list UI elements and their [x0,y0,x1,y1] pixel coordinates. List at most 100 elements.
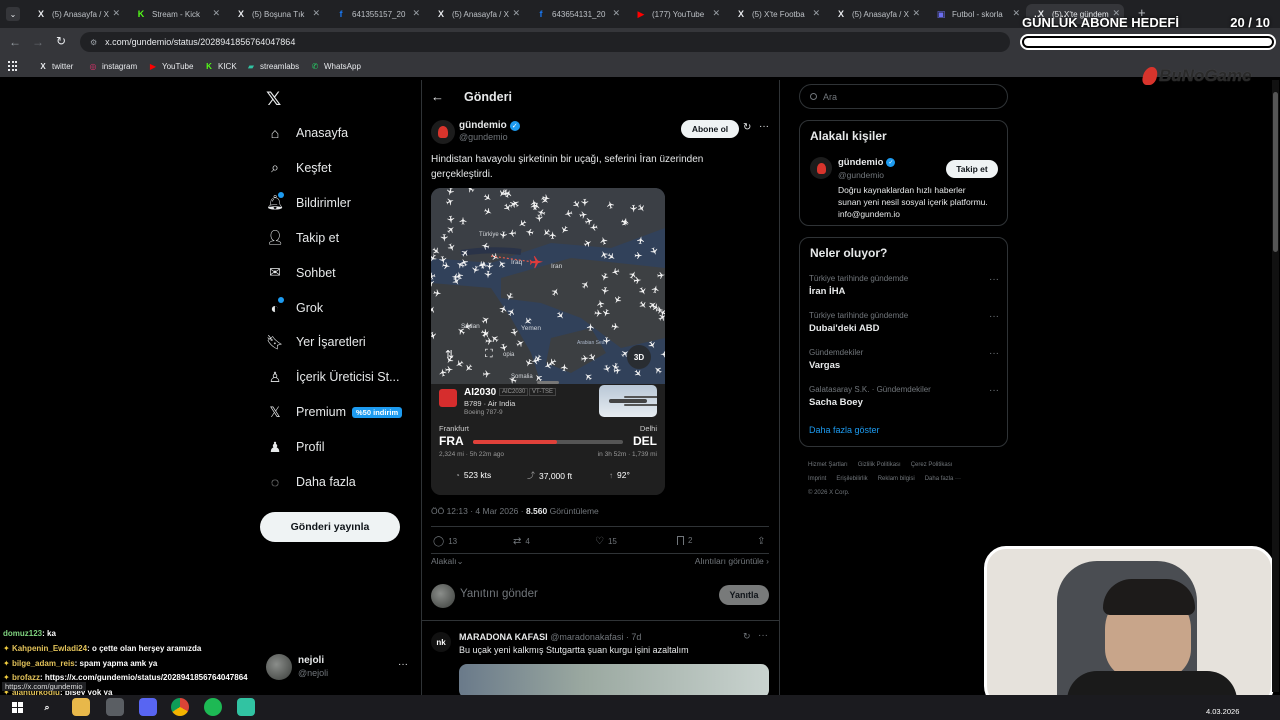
x-logo-icon[interactable]: 𝕏 [266,88,281,111]
plane-icon[interactable] [653,365,663,375]
nav-item-8[interactable]: 𝕏 Premium %50 indirim [266,403,403,421]
reply-media-thumbnail[interactable] [459,664,769,698]
related-handle[interactable]: @gundemio [838,170,884,180]
app-icon[interactable] [106,698,124,716]
bookmark-twitter[interactable]: Xtwitter [38,61,73,71]
nav-item-5[interactable]: ◐ Grok [266,296,323,317]
footer-link[interactable]: Hizmet Şartları [808,462,848,468]
footer-link[interactable]: Çerez Politikası [911,462,953,468]
browser-tab[interactable]: X (5) X'te Footba ✕ [726,4,824,24]
bookmark-streamlabs[interactable]: ▰ streamlabs [246,61,299,71]
plane-icon[interactable] [486,262,494,271]
trend-item[interactable]: Galatasaray S.K. · Gündemdekiler Sacha Bo… [809,385,999,408]
plane-icon[interactable] [484,270,492,279]
reply-input[interactable]: Yanıtını gönder [460,588,538,600]
trend-item[interactable]: Gündemdekiler Vargas ··· [809,348,999,371]
back-arrow-icon[interactable]: ← [431,89,444,104]
footer-link[interactable]: Daha fazla ··· [925,476,961,482]
plane-icon[interactable] [606,252,616,262]
url-text[interactable]: x.com/gundemio/status/202894185676404786… [105,37,295,47]
post-more-icon[interactable]: ··· [759,121,769,132]
reply-author-avatar[interactable]: nk [431,632,451,652]
bookmark-whatsapp[interactable]: ✆ WhatsApp [310,61,361,71]
map-fullscreen-icon[interactable]: ⛶ [485,348,493,361]
post-button[interactable]: Gönderi yayınla [260,512,400,542]
back-icon[interactable]: ← [9,35,21,49]
close-tab-icon[interactable]: ✕ [412,8,420,19]
taskbar-search-icon[interactable]: ⌕ [38,698,56,716]
nav-item-4[interactable]: ✉ Sohbet [266,264,336,282]
browser-tab[interactable]: K Stream - Kick ✕ [126,4,224,24]
reply-handle[interactable]: @maradonakafasi · 7d [550,632,641,642]
browser-tab[interactable]: f 643654131_20 ✕ [526,4,624,24]
search-box[interactable]: Ara [799,84,1008,109]
plane-icon[interactable] [471,265,480,274]
forward-icon[interactable]: → [32,35,44,49]
discord-icon[interactable] [139,698,157,716]
reload-icon[interactable]: ↻ [56,34,66,48]
site-info-icon[interactable]: ⚙ [90,38,97,47]
related-avatar[interactable] [810,157,832,179]
tab-search-button[interactable]: ⌄ [6,7,20,21]
map-3d-button[interactable]: 3D [627,345,651,369]
reply-more-icon[interactable]: ··· [758,630,768,641]
nav-item-0[interactable]: ⌂ Anasayfa [266,124,348,142]
follow-button[interactable]: Takip et [946,160,998,178]
tracked-plane-icon[interactable] [529,256,544,269]
plane-icon[interactable] [556,310,566,320]
nav-item-1[interactable]: ⌕ Keşfet [266,159,331,177]
related-name-row[interactable]: gündemio ✓ [838,157,896,168]
bookmark-youtube[interactable]: ▶ YouTube [148,61,194,71]
close-tab-icon[interactable]: ✕ [212,8,220,19]
chrome-icon[interactable] [171,698,189,716]
reply-grok-icon[interactable]: ↻ [743,631,751,642]
close-tab-icon[interactable]: ✕ [812,8,820,19]
close-tab-icon[interactable]: ✕ [112,8,120,19]
nav-item-6[interactable]: 🔖︎ Yer İşaretleri [266,333,366,351]
author-name-row[interactable]: gündemio ✓ [459,120,520,131]
footer-link[interactable]: Erişilebilirlik [836,476,867,482]
subscribe-button[interactable]: Abone ol [681,120,739,138]
bookmark-action[interactable]: 2 [677,536,692,545]
trend-more-icon[interactable]: ··· [989,385,999,396]
plane-icon[interactable] [634,252,643,260]
sort-relevant[interactable]: Alakalı⌄ [431,556,464,567]
close-tab-icon[interactable]: ✕ [312,8,320,19]
trend-item[interactable]: Türkiye tarihinde gündemde İran İHA ··· [809,274,999,297]
plane-icon[interactable] [660,350,665,358]
post-timestamp[interactable]: ÖÖ 12:13 · 4 Mar 2026 · [431,506,526,516]
page-scrollbar[interactable] [1272,80,1279,692]
footer-link[interactable]: Gizlilik Politikası [858,462,901,468]
browser-tab[interactable]: X (5) Anasayfa / X ✕ [426,4,524,24]
trend-more-icon[interactable]: ··· [989,274,999,285]
plane-icon[interactable] [603,364,612,374]
show-more-link[interactable]: Daha fazla göster [809,425,880,435]
reply-author[interactable]: MARADONA KAFASI [459,632,548,642]
map-swap-icon[interactable]: ⇅ [445,348,454,361]
browser-tab[interactable]: f 641355157_20 ✕ [326,4,424,24]
author-avatar[interactable] [431,120,455,144]
bookmark-kick[interactable]: K KICK [204,61,237,71]
bookmark-instagram[interactable]: ◎ instagram [88,61,138,71]
repost-action[interactable]: ⇄ 4 [513,536,530,547]
browser-tab[interactable]: ▣ Futbol - skorla ✕ [926,4,1024,24]
close-tab-icon[interactable]: ✕ [912,8,920,19]
footer-link[interactable]: Imprint [808,476,826,482]
close-tab-icon[interactable]: ✕ [512,8,520,19]
plane-icon[interactable] [442,262,451,270]
browser-tab[interactable]: X (5) Boşuna Tık ✕ [226,4,324,24]
close-tab-icon[interactable]: ✕ [612,8,620,19]
plane-icon[interactable] [533,354,543,364]
close-tab-icon[interactable]: ✕ [712,8,720,19]
nav-item-10[interactable]: ◌ Daha fazla [266,473,356,491]
windows-start-icon[interactable] [8,698,26,716]
share-icon[interactable]: ⇪ [757,536,765,547]
spotify-icon[interactable] [204,698,222,716]
scrollbar-thumb[interactable] [1273,92,1278,252]
address-bar[interactable]: ⚙ x.com/gundemio/status/2028941856764047… [80,32,1010,52]
account-switcher[interactable]: nejoli @nejoli ··· [266,654,410,682]
trend-more-icon[interactable]: ··· [989,311,999,322]
view-quotes-link[interactable]: Alıntıları görüntüle › [695,556,769,566]
trend-more-icon[interactable]: ··· [989,348,999,359]
nav-item-2[interactable]: 🔔︎ Bildirimler [266,191,351,212]
